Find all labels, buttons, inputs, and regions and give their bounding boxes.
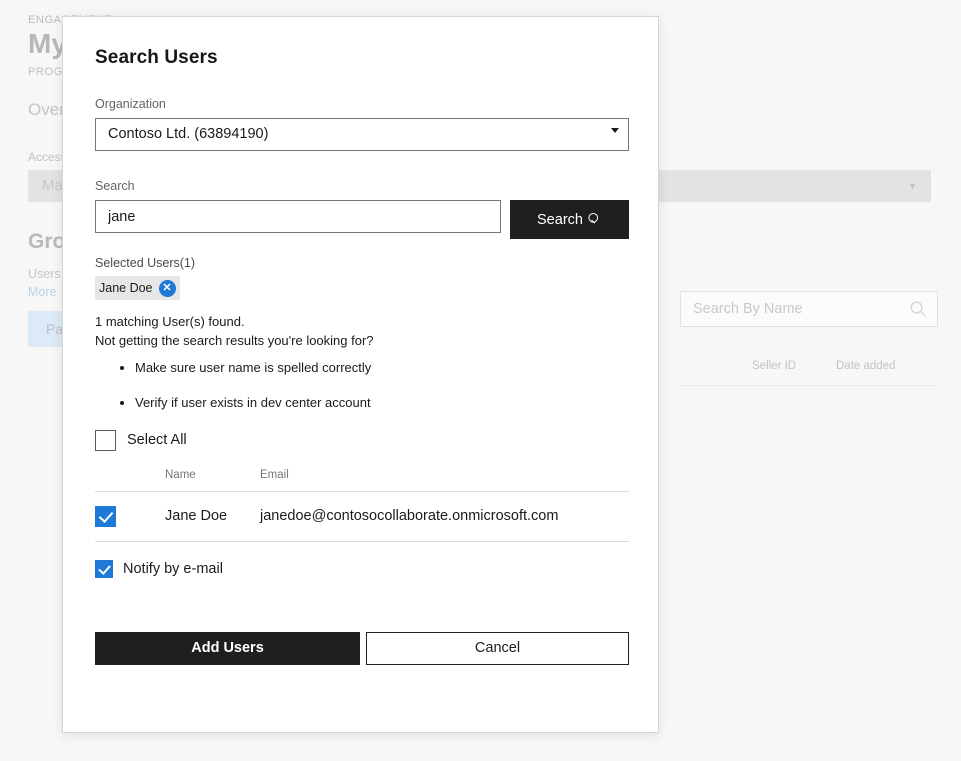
table-row-email: janedoe@contosocollaborate.onmicrosoft.c…	[260, 491, 629, 542]
search-users-dialog: Search Users Organization Contoso Ltd. (…	[62, 16, 659, 733]
search-row: Search	[95, 200, 629, 239]
table-header-email: Email	[260, 468, 289, 481]
notify-checkbox[interactable]	[95, 559, 113, 578]
search-label: Search	[95, 179, 135, 193]
select-all-label: Select All	[127, 432, 187, 449]
table-row[interactable]: Jane Doe janedoe@contosocollaborate.onmi…	[95, 491, 629, 542]
selected-user-chip-label: Jane Doe	[99, 281, 153, 295]
notify-label: Notify by e-mail	[123, 560, 223, 577]
selected-user-chip: Jane Doe ✕	[95, 276, 180, 300]
close-circle-icon[interactable]: ✕	[158, 279, 176, 297]
table-header-row: Name Email	[95, 469, 629, 492]
results-summary: 1 matching User(s) found. Not getting th…	[95, 313, 626, 351]
organization-select[interactable]: Contoso Ltd. (63894190)	[95, 118, 629, 151]
chevron-down-icon	[611, 128, 619, 133]
search-tip: Make sure user name is spelled correctly	[135, 360, 626, 375]
search-button[interactable]: Search	[510, 200, 629, 239]
results-found-text: 1 matching User(s) found.	[95, 314, 245, 329]
notify-row[interactable]: Notify by e-mail	[95, 559, 626, 578]
search-results-table: Name Email Jane Doe janedoe@contosocolla…	[95, 469, 629, 542]
dialog-title: Search Users	[95, 47, 218, 68]
selected-users-label: Selected Users(1)	[95, 256, 196, 270]
modal-overlay: Search Users Organization Contoso Ltd. (…	[0, 0, 961, 761]
table-row-name: Jane Doe	[165, 491, 260, 542]
cancel-button[interactable]: Cancel	[366, 631, 629, 665]
search-tips-list: Make sure user name is spelled correctly…	[95, 360, 626, 410]
row-checkbox[interactable]	[95, 505, 116, 527]
select-all-checkbox[interactable]	[95, 429, 116, 451]
select-all-row[interactable]: Select All	[95, 429, 626, 451]
search-input[interactable]	[95, 200, 501, 233]
add-users-button[interactable]: Add Users	[95, 631, 360, 665]
organization-selected-value: Contoso Ltd. (63894190)	[108, 126, 269, 142]
table-header-name: Name	[165, 468, 196, 481]
search-tip: Verify if user exists in dev center acco…	[135, 395, 626, 410]
search-icon	[588, 213, 599, 224]
table-header-checkbox	[95, 469, 165, 492]
organization-label: Organization	[95, 97, 166, 111]
table-row-checkbox-cell[interactable]	[95, 491, 165, 542]
dialog-footer: Add Users Cancel	[95, 631, 629, 665]
results-prompt-text: Not getting the search results you're lo…	[95, 332, 374, 348]
search-button-label: Search	[537, 211, 583, 228]
